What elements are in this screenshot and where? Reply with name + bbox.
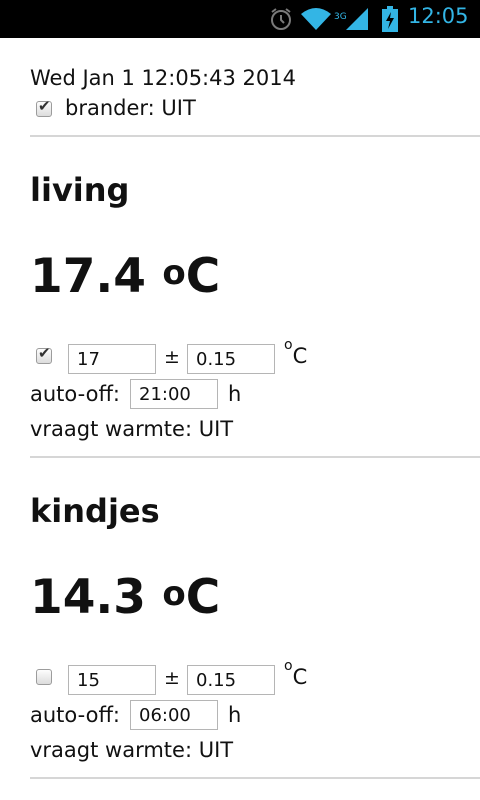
degree-symbol: o <box>162 574 186 614</box>
degree-symbol: o <box>284 337 293 353</box>
current-temperature: 17.4 oC <box>30 249 220 304</box>
burner-checkbox[interactable]: ✔ <box>36 97 52 117</box>
celsius-unit: oC <box>284 658 308 689</box>
setpoint-input[interactable]: 15 <box>68 665 156 695</box>
hours-unit: h <box>228 703 242 727</box>
divider <box>30 456 480 458</box>
degree-symbol: o <box>162 253 186 293</box>
auto-off-label: auto-off: <box>30 703 121 727</box>
heat-request-status: vraagt warmte: UIT <box>30 417 234 441</box>
setpoint-input[interactable]: 17 <box>68 344 156 374</box>
check-icon: ✔ <box>38 344 51 362</box>
zone-enabled-checkbox[interactable] <box>36 669 52 685</box>
auto-off-input[interactable]: 06:00 <box>130 700 218 730</box>
current-temperature: 14.3 oC <box>30 570 220 625</box>
alarm-clock-icon <box>268 6 294 36</box>
auto-off-input[interactable]: 21:00 <box>130 379 218 409</box>
plus-minus-label: ± <box>164 346 180 368</box>
check-icon: ✔ <box>38 97 51 115</box>
signal-strength-icon <box>346 6 370 36</box>
zone-title: kindjes <box>30 492 160 530</box>
unit-letter: C <box>292 344 308 368</box>
network-type-label: 3G <box>334 12 347 22</box>
tolerance-input[interactable]: 0.15 <box>187 665 275 695</box>
unit-letter: C <box>292 665 308 689</box>
status-bar: 3G 12:05 <box>0 0 480 38</box>
auto-off-label: auto-off: <box>30 382 121 406</box>
wifi-icon <box>300 6 332 36</box>
clock: 12:05 <box>408 4 469 28</box>
temperature-unit: C <box>185 570 221 625</box>
celsius-unit: oC <box>284 337 308 368</box>
temperature-value: 14.3 <box>30 570 146 625</box>
degree-symbol: o <box>284 658 293 674</box>
temperature-unit: C <box>185 249 221 304</box>
battery-charging-icon <box>382 6 398 36</box>
burner-label: brander: UIT <box>65 96 196 120</box>
tolerance-input[interactable]: 0.15 <box>187 344 275 374</box>
plus-minus-label: ± <box>164 667 180 689</box>
zone-title: living <box>30 171 130 209</box>
divider <box>30 135 480 137</box>
heat-request-status: vraagt warmte: UIT <box>30 738 234 762</box>
hours-unit: h <box>228 382 242 406</box>
temperature-value: 17.4 <box>30 249 146 304</box>
divider <box>30 777 480 779</box>
zone-enabled-checkbox[interactable]: ✔ <box>36 344 52 364</box>
current-datetime: Wed Jan 1 12:05:43 2014 <box>30 66 296 90</box>
